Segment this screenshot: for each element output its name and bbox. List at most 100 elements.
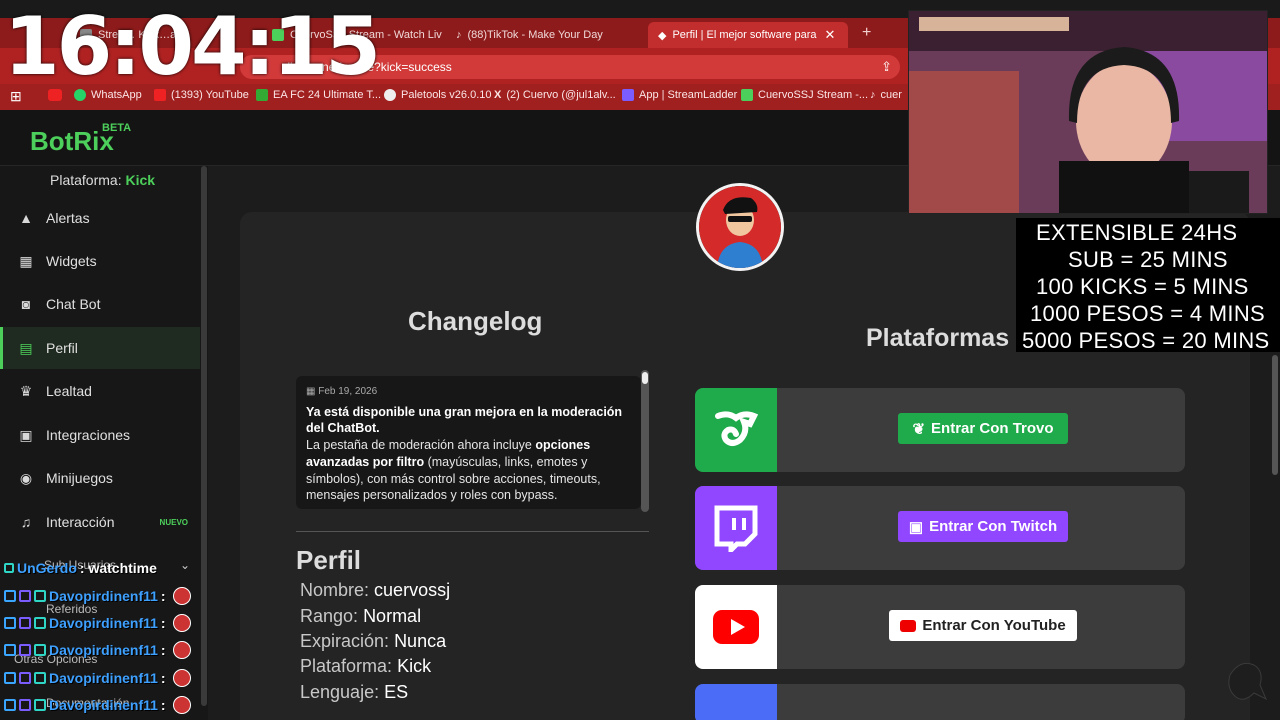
sidebar-item-perfil[interactable]: ▤ Perfil: [0, 327, 200, 369]
bookmark-x-cuervo[interactable]: X (2) Cuervo (@jul1alv...: [494, 89, 616, 101]
paletools-icon: [384, 89, 396, 101]
stream-chat-overlay: Sub Usuarios ⌄ Referidos Otras Opciones …: [0, 558, 208, 720]
badge-icon: [19, 590, 31, 602]
badge-icon: [4, 699, 16, 711]
id-card-icon: ▤: [19, 339, 33, 356]
badge-icon: [19, 699, 31, 711]
music-icon: ♫: [20, 514, 32, 530]
perfil-title: Perfil: [296, 545, 362, 575]
changelog-date: ▦ Feb 19, 2026: [306, 386, 378, 397]
tiktok-favicon-icon: ♪: [456, 29, 462, 41]
badge-icon: [19, 617, 31, 629]
close-tab-icon[interactable]: ✕: [824, 27, 835, 43]
platform-twitch-card: ▣ Entrar Con Twitch: [695, 486, 1185, 570]
changelog-entry: ▦ Feb 19, 2026 Ya está disponible una gr…: [296, 376, 641, 509]
tiktok-icon: ♪: [870, 89, 876, 101]
badge-icon: [19, 672, 31, 684]
bookmark-cuervossj-stream[interactable]: CuervoSSJ Stream -...: [741, 89, 868, 101]
x-icon: X: [494, 89, 502, 101]
perfil-expiracion: Expiración: Nunca: [300, 631, 447, 651]
chevron-down-icon[interactable]: ⌄: [180, 558, 190, 572]
chat-emote-icon: [172, 587, 191, 605]
changelog-scroll-thumb[interactable]: [642, 372, 648, 384]
platform-indicator: Plataforma: Kick: [50, 172, 156, 188]
sidebar-item-integraciones[interactable]: ▣ Integraciones: [0, 414, 200, 456]
entrar-youtube-button[interactable]: Entrar Con YouTube: [889, 610, 1077, 641]
streamer-webcam-image: [909, 11, 1267, 213]
perfil-nombre: Nombre: cuervossj: [300, 580, 451, 600]
sidebar-item-alertas[interactable]: ▲ Alertas: [0, 197, 200, 239]
platform-youtube-card: Entrar Con YouTube: [695, 585, 1185, 669]
badge-icon: [4, 644, 16, 656]
entrar-twitch-button[interactable]: ▣ Entrar Con Twitch: [898, 511, 1068, 542]
platform-next-card: [695, 684, 1185, 720]
chat-emote-icon: [172, 641, 191, 659]
sidebar-item-chat-bot[interactable]: ◙ Chat Bot: [0, 283, 200, 325]
bookmark-streamladder[interactable]: App | StreamLadder: [622, 89, 737, 101]
profile-avatar: [696, 183, 784, 271]
botrix-favicon-icon: ◆: [658, 29, 667, 42]
chat-message: Davopirdinenf11:: [4, 695, 191, 715]
streamladder-icon: [622, 89, 634, 101]
chat-emote-icon: [172, 669, 191, 687]
youtube-logo-icon: [695, 585, 777, 669]
chat-emote-icon: [172, 696, 191, 714]
youtube-icon: [900, 619, 917, 632]
tab-tiktok[interactable]: ♪ (88)TikTok - Make Your Day: [446, 22, 636, 48]
bookmark-paletools[interactable]: Paletools v26.0.10: [384, 89, 492, 101]
perfil-rango: Rango: Normal: [300, 606, 422, 626]
chat-message: UnGerdo : watchtime: [4, 558, 157, 578]
badge-icon: [34, 672, 46, 684]
platform-trovo-card: ❦ Entrar Con Trovo: [695, 388, 1185, 472]
badge-icon: [34, 644, 46, 656]
chat-message: Davopirdinenf11:: [4, 640, 191, 660]
chat-message: Davopirdinenf11:: [4, 613, 191, 633]
sidebar-item-minijuegos[interactable]: ◉ Minijuegos: [0, 457, 200, 499]
perfil-lenguaje: Lenguaje: ES: [300, 682, 409, 702]
webcam-overlay: [908, 10, 1268, 214]
trovo-logo-icon: [695, 388, 777, 472]
raven-icon: [1220, 655, 1270, 716]
bookmark-cuer[interactable]: ♪ cuer: [870, 89, 902, 101]
chat-emote-icon: [172, 614, 191, 632]
nuevo-badge: NUEVO: [159, 517, 188, 527]
trophy-icon: ♛: [19, 382, 33, 399]
new-tab-icon[interactable]: +: [862, 24, 871, 42]
stream-clock: 16:04:15: [4, 0, 381, 93]
changelog-title: Changelog: [408, 306, 543, 336]
twitch-icon: ▣: [908, 518, 924, 536]
tab-perfil[interactable]: ◆ Perfil | El mejor software para po ✕: [648, 22, 848, 48]
platform-logo-icon: [695, 684, 777, 720]
warning-icon: ▲: [19, 210, 33, 226]
badge-icon: [4, 617, 16, 629]
badge-icon: [4, 563, 14, 573]
grid-icon: ▦: [19, 252, 33, 269]
integration-icon: ▣: [19, 426, 33, 443]
badge-icon: [34, 590, 46, 602]
trovo-icon: ❦: [912, 420, 926, 438]
robot-icon: ◙: [21, 296, 31, 312]
badge-icon: [34, 699, 46, 711]
calendar-icon: ▦: [306, 386, 316, 397]
badge-icon: [4, 590, 16, 602]
changelog-scrollbar[interactable]: [641, 370, 649, 512]
chat-message: Davopirdinenf11:: [4, 586, 191, 606]
page-scrollbar[interactable]: [1272, 355, 1278, 475]
stream-timer-rules-overlay: EXTENSIBLE 24HS SUB = 25 MINS 100 KICKS …: [1016, 218, 1280, 353]
chat-message: Davopirdinenf11:: [4, 668, 191, 688]
kick-icon: [741, 89, 753, 101]
avatar-illustration-icon: [699, 186, 781, 268]
badge-icon: [19, 644, 31, 656]
twitch-logo-icon: [695, 486, 777, 570]
entrar-trovo-button[interactable]: ❦ Entrar Con Trovo: [898, 413, 1068, 444]
sidebar-item-interaccion[interactable]: ♫ Interacción NUEVO: [0, 501, 200, 543]
sidebar-item-widgets[interactable]: ▦ Widgets: [0, 240, 200, 282]
gamepad-icon: ◉: [19, 469, 33, 486]
perfil-plataforma: Plataforma: Kick: [300, 656, 432, 676]
sidebar-item-lealtad[interactable]: ♛ Lealtad: [0, 370, 200, 412]
beta-badge: BETA: [102, 122, 132, 134]
share-icon[interactable]: ⇪: [881, 55, 892, 79]
badge-icon: [4, 672, 16, 684]
section-divider: [296, 531, 649, 532]
plataformas-title: Plataformas: [866, 324, 1010, 352]
